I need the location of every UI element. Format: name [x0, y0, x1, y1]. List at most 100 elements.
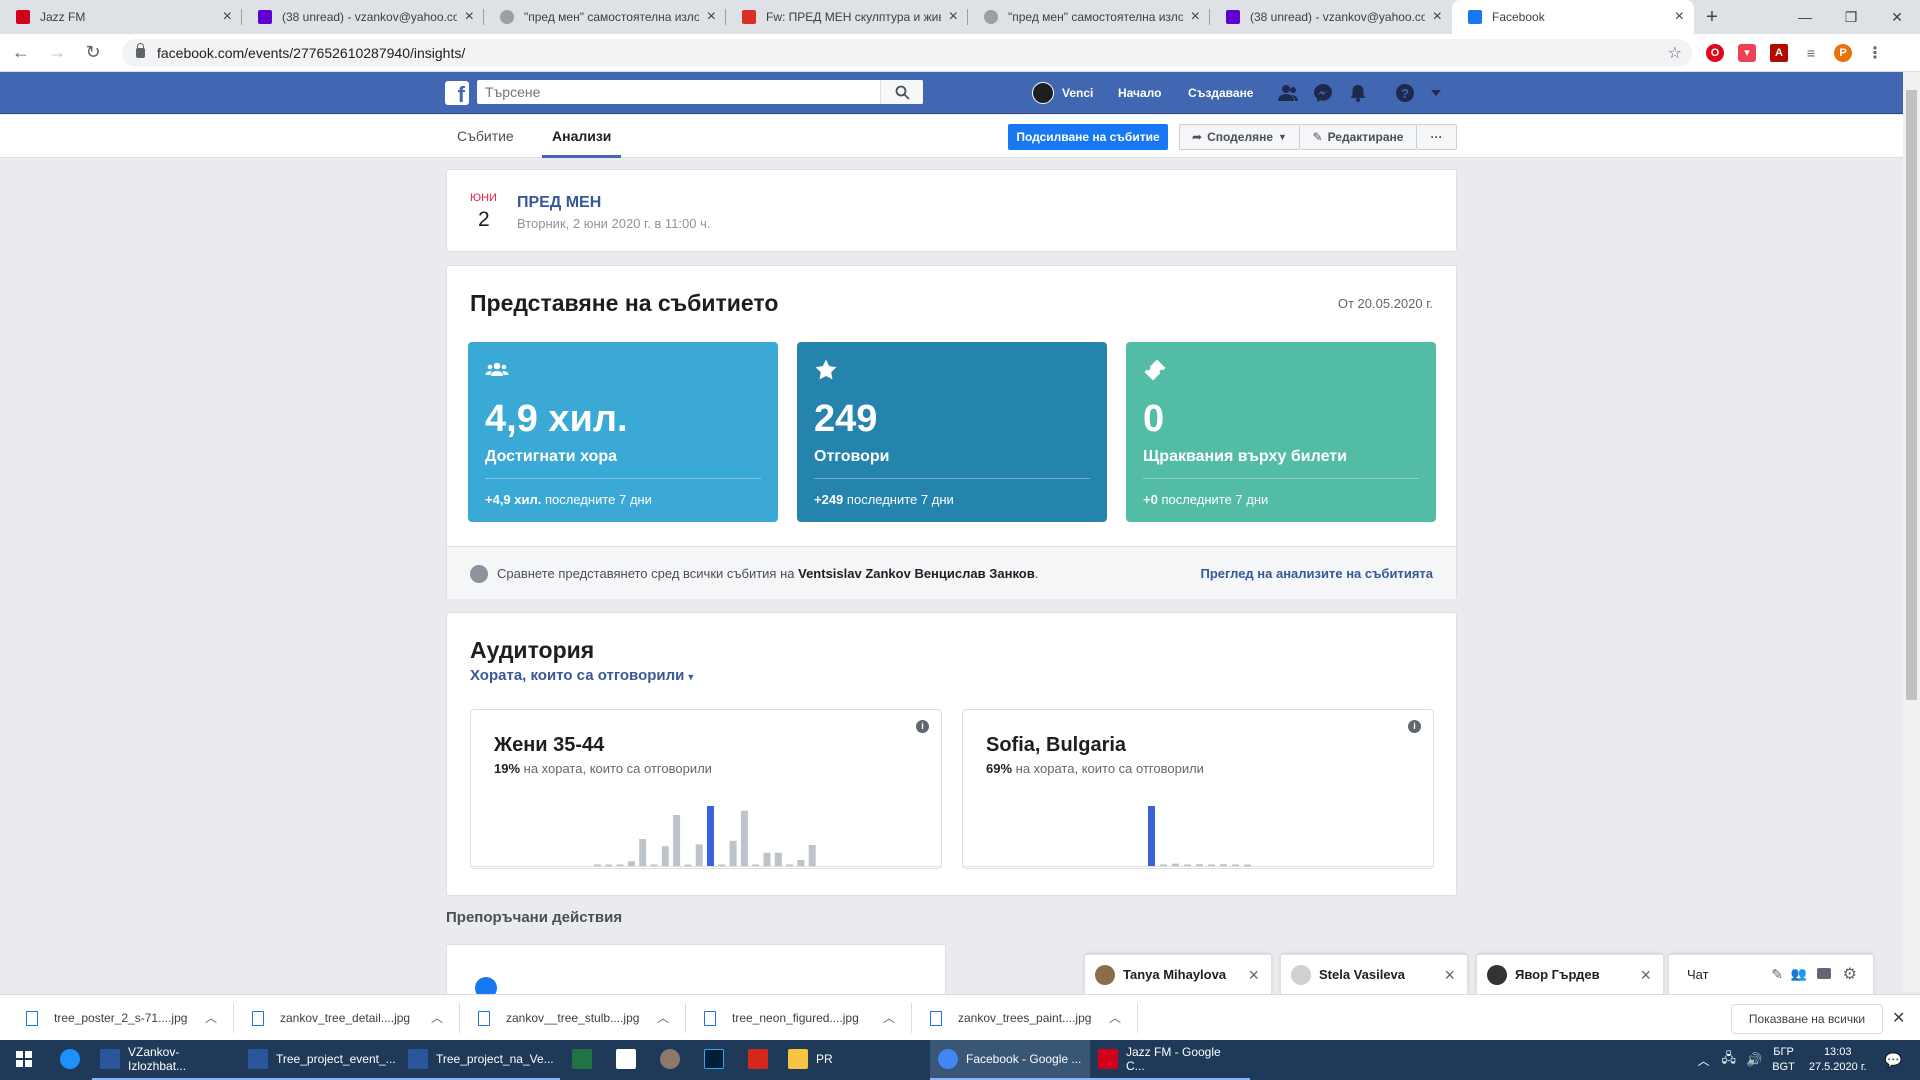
friend-requests-icon[interactable] — [1278, 83, 1298, 103]
volume-icon[interactable]: 🔊 — [1746, 1052, 1762, 1068]
new-message-icon[interactable]: ✎ — [1771, 966, 1783, 983]
taskbar-app-word-2[interactable]: Tree_project_event_... — [240, 1040, 400, 1080]
show-hidden-icons-icon[interactable]: ︿ — [1698, 1052, 1710, 1069]
taskbar-app-word-1[interactable]: VZankov-Izlozhbat... — [92, 1040, 240, 1080]
compare-page-link[interactable]: Ventsislav Zankov Венцислав Занков — [798, 566, 1035, 581]
taskbar-folder-pr[interactable]: PR — [780, 1040, 930, 1080]
download-item[interactable]: tree_neon_figured....jpg ︿ — [686, 1003, 912, 1033]
close-downloads-icon[interactable]: ✕ — [1892, 1008, 1905, 1028]
profile-avatar-icon[interactable]: P — [1834, 43, 1852, 62]
close-tab-icon[interactable]: × — [707, 8, 716, 26]
acrobat-icon[interactable] — [736, 1040, 780, 1080]
browser-tab-facebook[interactable]: Facebook × — [1452, 0, 1694, 34]
bookmark-star-icon[interactable]: ☆ — [1668, 43, 1682, 63]
close-chat-icon[interactable]: × — [1444, 965, 1455, 986]
chat-settings-gear-icon[interactable]: ⚙ — [1843, 964, 1857, 984]
tab-insights[interactable]: Анализи — [542, 115, 622, 158]
restore-icon[interactable]: ❐ — [1828, 0, 1874, 34]
taskbar-app-word-3[interactable]: Tree_project_na_Ve... — [400, 1040, 560, 1080]
messenger-icon[interactable] — [1313, 83, 1333, 103]
reload-icon[interactable]: ↻ — [78, 42, 108, 63]
info-icon[interactable]: i — [1408, 720, 1421, 733]
close-chat-icon[interactable]: × — [1640, 965, 1651, 986]
facebook-logo-icon[interactable]: f — [445, 81, 469, 105]
help-icon[interactable]: ? — [1395, 83, 1415, 103]
audience-age-gender-card[interactable]: Жени 35-44 19% на хората, които са отгов… — [470, 709, 942, 869]
download-item[interactable]: zankov_tree_detail....jpg ︿ — [234, 1003, 460, 1033]
notifications-icon[interactable]: 💬 — [1885, 1052, 1902, 1069]
clock[interactable]: 13:03 27.5.2020 г. — [1809, 1045, 1867, 1075]
audience-location-card[interactable]: Sofia, Bulgaria 69% на хората, които са … — [962, 709, 1434, 869]
address-bar[interactable]: facebook.com/events/277652610287940/insi… — [122, 38, 1692, 67]
browser-tab-yahoo-1[interactable]: (38 unread) - vzankov@yahoo.com × — [242, 0, 484, 34]
video-call-icon[interactable] — [1817, 968, 1831, 979]
browser-tab-search-1[interactable]: "пред мен" самостоятелна излож × — [484, 0, 726, 34]
pdf-extension-icon[interactable]: A — [1770, 43, 1788, 62]
chevron-up-icon[interactable]: ︿ — [657, 1009, 669, 1026]
create-link[interactable]: Създаване — [1188, 72, 1253, 114]
chevron-up-icon[interactable]: ︿ — [205, 1009, 217, 1026]
chevron-up-icon[interactable]: ︿ — [431, 1009, 443, 1026]
close-tab-icon[interactable]: × — [223, 8, 232, 26]
event-title-link[interactable]: ПРЕД МЕН — [517, 194, 601, 212]
metric-ticket-clicks[interactable]: 0 Щраквания върху билети +0 последните 7… — [1126, 342, 1436, 522]
pocket-extension-icon[interactable]: ▾ — [1738, 43, 1756, 62]
chat-sidebar-tab[interactable]: Чат ✎ 👥 ⚙ — [1668, 954, 1874, 994]
taskbar-app-chrome-facebook[interactable]: Facebook - Google ... — [930, 1040, 1090, 1080]
chrome-menu-icon[interactable]: ⋮ — [1866, 43, 1884, 62]
gimp-icon[interactable] — [648, 1040, 692, 1080]
taskbar-app-chrome-jazzfm[interactable]: Jazz FM - Google C... — [1090, 1040, 1250, 1080]
account-menu-chevron-icon[interactable] — [1430, 87, 1442, 99]
close-tab-icon[interactable]: × — [465, 8, 474, 26]
photoshop-icon[interactable] — [692, 1040, 736, 1080]
minimize-icon[interactable]: — — [1782, 0, 1828, 34]
search-input[interactable] — [477, 80, 923, 104]
page-vertical-scrollbar[interactable] — [1903, 72, 1920, 992]
download-item[interactable]: tree_poster_2_s-71....jpg ︿ — [8, 1003, 234, 1033]
browser-tab-gmail[interactable]: Fw: ПРЕД МЕН скулптура и живо × — [726, 0, 968, 34]
download-item[interactable]: zankov__tree_stulb....jpg ︿ — [460, 1003, 686, 1033]
home-link[interactable]: Начало — [1118, 72, 1161, 114]
view-event-insights-link[interactable]: Преглед на анализите на събитията — [1201, 566, 1434, 581]
notifications-bell-icon[interactable] — [1348, 83, 1368, 103]
chevron-up-icon[interactable]: ︿ — [1109, 1009, 1121, 1026]
opera-extension-icon[interactable]: O — [1706, 43, 1724, 62]
media-list-icon[interactable]: ≡ — [1802, 43, 1820, 62]
chevron-up-icon[interactable]: ︿ — [883, 1009, 895, 1026]
close-tab-icon[interactable]: × — [1433, 8, 1442, 26]
search-button[interactable] — [880, 80, 923, 104]
chat-tab-stela[interactable]: Stela Vasileva × — [1280, 954, 1468, 994]
metric-responses[interactable]: 249 Отговори +249 последните 7 дни — [797, 342, 1107, 522]
close-tab-icon[interactable]: × — [949, 8, 958, 26]
close-tab-icon[interactable]: × — [1191, 8, 1200, 26]
browser-tab-jazzfm[interactable]: Jazz FM × — [0, 0, 242, 34]
forward-arrow-icon[interactable]: → — [42, 42, 72, 63]
browser-tab-search-2[interactable]: "пред мен" самостоятелна излож × — [968, 0, 1210, 34]
profile-link[interactable]: Venci — [1032, 72, 1093, 114]
excel-icon[interactable] — [560, 1040, 604, 1080]
input-language[interactable]: БГР BGT — [1772, 1045, 1795, 1075]
audience-filter-dropdown[interactable]: Хората, които са отговорили ▼ — [470, 667, 695, 684]
notepad-icon[interactable] — [604, 1040, 648, 1080]
share-button[interactable]: ➦ Споделяне ▼ — [1179, 124, 1300, 150]
group-chat-icon[interactable]: 👥 — [1791, 966, 1807, 982]
close-window-icon[interactable]: ✕ — [1874, 0, 1920, 34]
edit-button[interactable]: ✎ Редактиране — [1300, 124, 1417, 150]
network-icon[interactable]: 🖧 — [1722, 1049, 1737, 1071]
download-item[interactable]: zankov_trees_paint....jpg ︿ — [912, 1003, 1138, 1033]
tab-event[interactable]: Събитие — [457, 115, 514, 158]
browser-tab-yahoo-2[interactable]: (38 unread) - vzankov@yahoo.com × — [1210, 0, 1452, 34]
info-icon[interactable]: i — [916, 720, 929, 733]
edge-browser-icon[interactable] — [48, 1040, 92, 1080]
new-tab-button[interactable]: + — [1694, 0, 1730, 34]
chat-tab-tanya[interactable]: Tanya Mihaylova × — [1084, 954, 1272, 994]
back-arrow-icon[interactable]: ← — [6, 42, 36, 63]
more-options-button[interactable]: ··· — [1417, 124, 1457, 150]
close-chat-icon[interactable]: × — [1248, 965, 1259, 986]
metric-reach[interactable]: 4,9 хил. Достигнати хора +4,9 хил. после… — [468, 342, 778, 522]
windows-start-icon[interactable] — [0, 1040, 48, 1080]
scrollbar-thumb[interactable] — [1906, 90, 1917, 700]
show-all-downloads-button[interactable]: Показване на всички — [1731, 1004, 1883, 1034]
boost-event-button[interactable]: Подсилване на събитие — [1008, 124, 1168, 150]
close-tab-icon[interactable]: × — [1675, 8, 1684, 26]
